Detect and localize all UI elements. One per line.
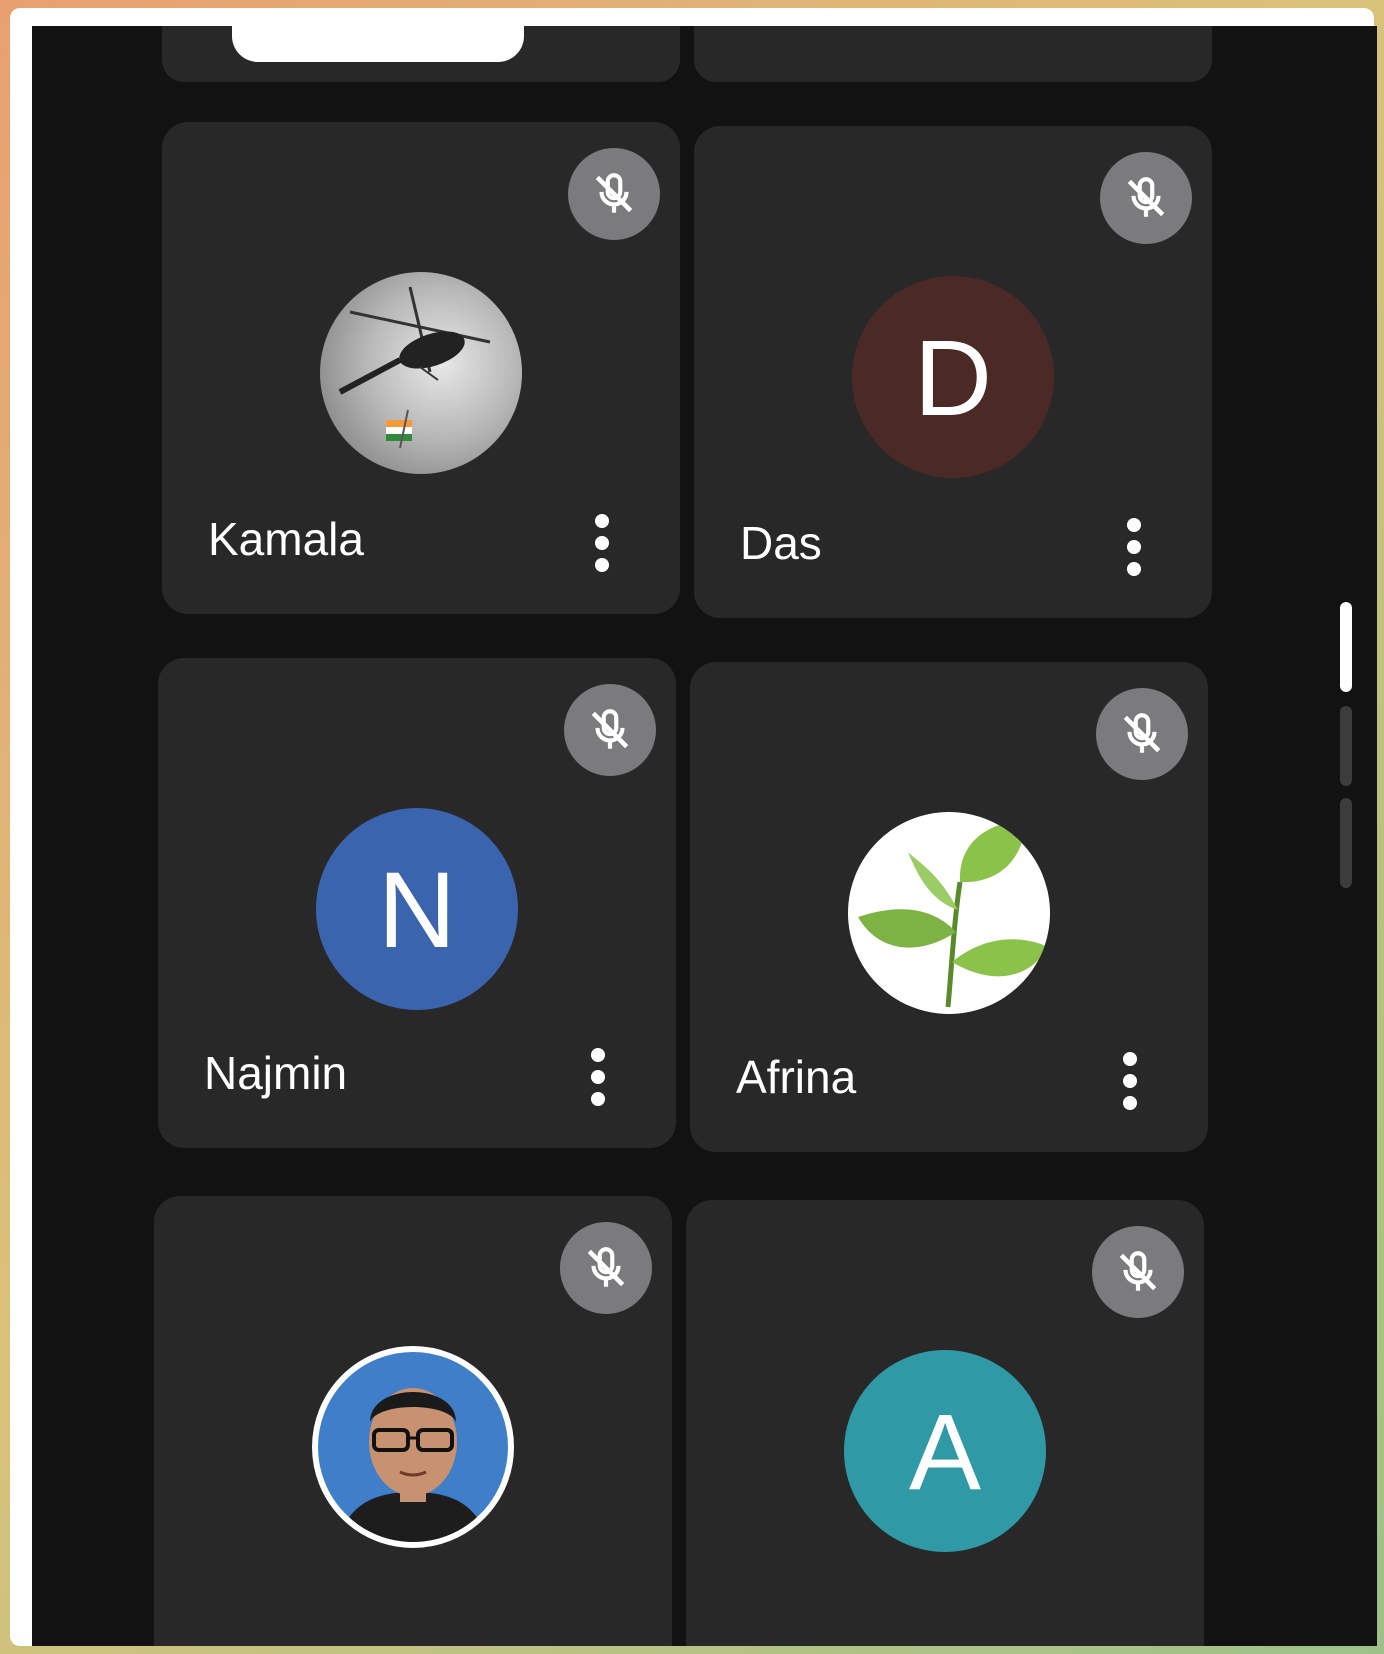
participant-tile-afrina[interactable]: Afrina [690, 662, 1208, 1152]
participant-tile-partial[interactable] [694, 26, 1212, 82]
participant-tile-najmin[interactable]: N Najmin [158, 658, 676, 1148]
meeting-grid-screen: Kamala D Das N Najmin Afrina A [32, 26, 1377, 1646]
mic-off-icon-glyph [595, 173, 633, 213]
helicopter-flag-icon [338, 286, 491, 449]
participant-name: Afrina [736, 1051, 857, 1103]
mic-muted-icon [1096, 688, 1188, 780]
mic-off-icon-glyph [1123, 713, 1161, 753]
participant-tile-kamala[interactable]: Kamala [162, 122, 680, 614]
participant-tile-photo[interactable] [154, 1196, 672, 1646]
scrollbar-track[interactable] [1340, 798, 1352, 888]
more-options-icon[interactable] [578, 1042, 618, 1112]
more-options-icon[interactable] [1114, 512, 1154, 582]
notification-pill [232, 26, 524, 62]
avatar-photo [312, 1346, 514, 1548]
mic-off-icon-glyph [591, 709, 629, 749]
mic-muted-icon [560, 1222, 652, 1314]
mic-off-icon-glyph [587, 1247, 625, 1287]
avatar-initial: N [316, 808, 518, 1010]
mic-off-icon-glyph [1119, 1251, 1157, 1291]
participant-name: Najmin [204, 1047, 348, 1099]
more-options-icon[interactable] [582, 508, 622, 578]
participant-name: Kamala [208, 513, 364, 565]
avatar-initial: A [844, 1350, 1046, 1552]
green-leaves-icon [858, 820, 1048, 1008]
mic-muted-icon [1092, 1226, 1184, 1318]
device-frame: Kamala D Das N Najmin Afrina A [10, 8, 1377, 1646]
man-with-glasses-icon [338, 1388, 488, 1542]
participant-name: Das [740, 517, 822, 569]
more-options-icon[interactable] [1110, 1046, 1150, 1116]
mic-muted-icon [1100, 152, 1192, 244]
avatar-photo [320, 272, 522, 474]
participant-tile-a[interactable]: A [686, 1200, 1204, 1646]
scrollbar-track[interactable] [1340, 706, 1352, 786]
mic-muted-icon [568, 148, 660, 240]
avatar-initial: D [852, 276, 1054, 478]
participant-tile-das[interactable]: D Das [694, 126, 1212, 618]
avatar-photo [848, 812, 1050, 1014]
mic-off-icon-glyph [1127, 177, 1165, 217]
mic-muted-icon [564, 684, 656, 776]
scrollbar-thumb[interactable] [1340, 602, 1352, 692]
